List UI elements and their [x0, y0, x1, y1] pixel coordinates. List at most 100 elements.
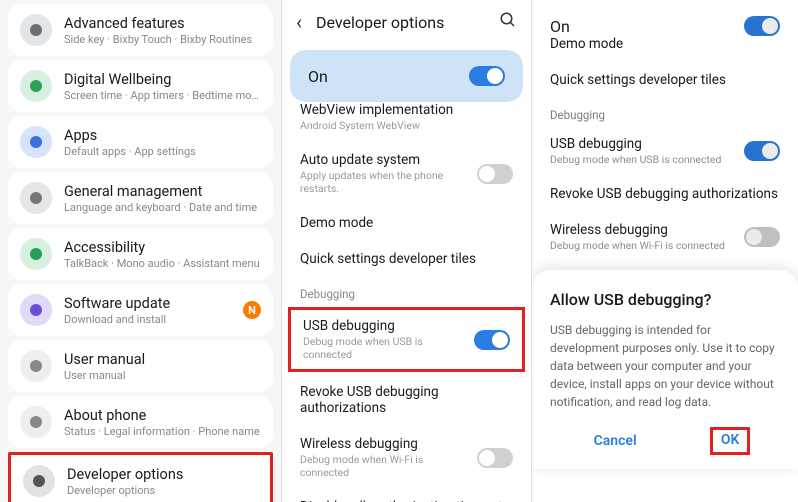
- option-row[interactable]: Revoke USB debugging authorizations: [532, 176, 798, 212]
- option-title: Revoke USB debugging authorizations: [550, 186, 780, 202]
- option-text: Auto update systemApply updates when the…: [300, 152, 467, 195]
- settings-item[interactable]: AccessibilityTalkBack · Mono audio · Ass…: [8, 228, 273, 280]
- settings-item[interactable]: Digital WellbeingScreen time · App timer…: [8, 60, 273, 112]
- item-text: AccessibilityTalkBack · Mono audio · Ass…: [64, 239, 261, 270]
- option-row[interactable]: Quick settings developer tiles: [282, 241, 531, 277]
- toggle[interactable]: [477, 164, 513, 184]
- option-row[interactable]: Wireless debuggingDebug mode when Wi-Fi …: [532, 212, 798, 262]
- item-subtitle: User manual: [64, 369, 261, 382]
- option-row[interactable]: Quick settings developer tiles: [532, 62, 798, 98]
- item-subtitle: Download and install: [64, 313, 231, 326]
- option-title: Demo mode: [550, 36, 780, 52]
- settings-item[interactable]: AppsDefault apps · App settings: [8, 116, 273, 168]
- option-title: Demo mode: [300, 215, 513, 231]
- back-icon[interactable]: ‹: [296, 10, 302, 34]
- item-icon: [20, 126, 52, 158]
- toggle[interactable]: [744, 141, 780, 161]
- option-text: Revoke USB debugging authorizations: [300, 384, 513, 416]
- option-title: Wireless debugging: [550, 222, 734, 238]
- option-row[interactable]: Auto update systemApply updates when the…: [282, 142, 531, 205]
- toggle[interactable]: [744, 227, 780, 247]
- settings-panel: Advanced featuresSide key · Bixby Touch …: [0, 0, 282, 502]
- item-icon: [20, 182, 52, 214]
- option-row[interactable]: Revoke USB debugging authorizations: [282, 374, 531, 426]
- option-text: USB debuggingDebug mode when USB is conn…: [303, 318, 464, 361]
- item-subtitle: Side key · Bixby Touch · Bixby Routines: [64, 33, 261, 46]
- ok-button[interactable]: OK: [710, 427, 751, 455]
- item-text: Digital WellbeingScreen time · App timer…: [64, 71, 261, 102]
- option-title: USB debugging: [303, 318, 464, 334]
- section-label-debugging: Debugging: [282, 277, 531, 305]
- item-text: User manualUser manual: [64, 351, 261, 382]
- page-title: Developer options: [316, 13, 485, 32]
- option-row[interactable]: Disable adb authorization timeoutDisable…: [282, 489, 531, 502]
- dialog-actions: Cancel OK: [550, 427, 780, 455]
- option-row[interactable]: USB debuggingDebug mode when USB is conn…: [532, 126, 798, 176]
- option-title: Wireless debugging: [300, 436, 467, 452]
- settings-item[interactable]: Software updateDownload and install N: [8, 284, 273, 336]
- item-title: User manual: [64, 351, 261, 368]
- toggle[interactable]: [477, 448, 513, 468]
- option-subtitle: Debug mode when USB is connected: [303, 335, 464, 361]
- option-title: USB debugging: [550, 136, 734, 152]
- item-title: Accessibility: [64, 239, 261, 256]
- option-text: WebView implementationAndroid System Web…: [300, 102, 513, 132]
- option-subtitle: Debug mode when USB is connected: [550, 153, 734, 166]
- item-icon: [20, 238, 52, 270]
- master-toggle[interactable]: [469, 66, 505, 86]
- option-row[interactable]: Wireless debuggingDebug mode when Wi-Fi …: [282, 426, 531, 489]
- option-row[interactable]: USB debuggingDebug mode when USB is conn…: [291, 310, 522, 369]
- update-badge: N: [243, 301, 261, 319]
- item-icon: [20, 70, 52, 102]
- settings-item[interactable]: Developer optionsDeveloper options: [8, 452, 273, 502]
- settings-item[interactable]: About phoneStatus · Legal information · …: [8, 396, 273, 448]
- option-subtitle: Debug mode when Wi-Fi is connected: [300, 453, 467, 479]
- dialog-panel: On Demo mode Quick settings developer til…: [532, 0, 798, 502]
- item-title: Digital Wellbeing: [64, 71, 261, 88]
- item-title: Apps: [64, 127, 261, 144]
- item-subtitle: Default apps · App settings: [64, 145, 261, 158]
- item-text: Software updateDownload and install: [64, 295, 231, 326]
- dialog-body: USB debugging is intended for developmen…: [550, 321, 780, 411]
- item-icon: [20, 350, 52, 382]
- item-title: Software update: [64, 295, 231, 312]
- item-text: Developer optionsDeveloper options: [67, 466, 258, 497]
- item-subtitle: Developer options: [67, 484, 258, 497]
- dialog-title: Allow USB debugging?: [550, 290, 780, 309]
- option-text: Revoke USB debugging authorizations: [550, 186, 780, 202]
- item-subtitle: Screen time · App timers · Bedtime mode: [64, 89, 261, 102]
- item-subtitle: TalkBack · Mono audio · Assistant menu: [64, 257, 261, 270]
- item-subtitle: Status · Legal information · Phone name: [64, 425, 261, 438]
- option-subtitle: Apply updates when the phone restarts.: [300, 169, 467, 195]
- settings-item[interactable]: Advanced featuresSide key · Bixby Touch …: [8, 4, 273, 56]
- item-icon: [20, 406, 52, 438]
- item-subtitle: Language and keyboard · Date and time: [64, 201, 261, 214]
- item-title: Advanced features: [64, 15, 261, 32]
- option-title: WebView implementation: [300, 102, 513, 118]
- item-title: General management: [64, 183, 261, 200]
- developer-options-panel: ‹ Developer options On WebView implement…: [282, 0, 532, 502]
- item-title: Developer options: [67, 466, 258, 483]
- cancel-button[interactable]: Cancel: [580, 427, 651, 455]
- option-title: Quick settings developer tiles: [550, 72, 780, 88]
- option-text: Quick settings developer tiles: [550, 72, 780, 88]
- on-label: On: [550, 17, 570, 36]
- master-toggle[interactable]: [744, 16, 780, 36]
- toggle[interactable]: [474, 330, 510, 350]
- on-label: On: [308, 67, 328, 86]
- settings-item[interactable]: General managementLanguage and keyboard …: [8, 172, 273, 224]
- item-icon: [23, 465, 55, 497]
- option-text: Demo mode: [300, 215, 513, 231]
- usb-debugging-dialog: Allow USB debugging? USB debugging is in…: [532, 270, 798, 469]
- option-subtitle: Debug mode when Wi-Fi is connected: [550, 239, 734, 252]
- settings-item[interactable]: User manualUser manual: [8, 340, 273, 392]
- item-text: Advanced featuresSide key · Bixby Touch …: [64, 15, 261, 46]
- item-title: About phone: [64, 407, 261, 424]
- search-icon[interactable]: [499, 11, 517, 34]
- option-text: Quick settings developer tiles: [300, 251, 513, 267]
- option-row[interactable]: WebView implementationAndroid System Web…: [282, 92, 531, 142]
- section-label-debugging: Debugging: [532, 98, 798, 126]
- header: ‹ Developer options: [282, 0, 531, 44]
- option-row[interactable]: Demo mode: [282, 205, 531, 241]
- option-text: USB debuggingDebug mode when USB is conn…: [550, 136, 734, 166]
